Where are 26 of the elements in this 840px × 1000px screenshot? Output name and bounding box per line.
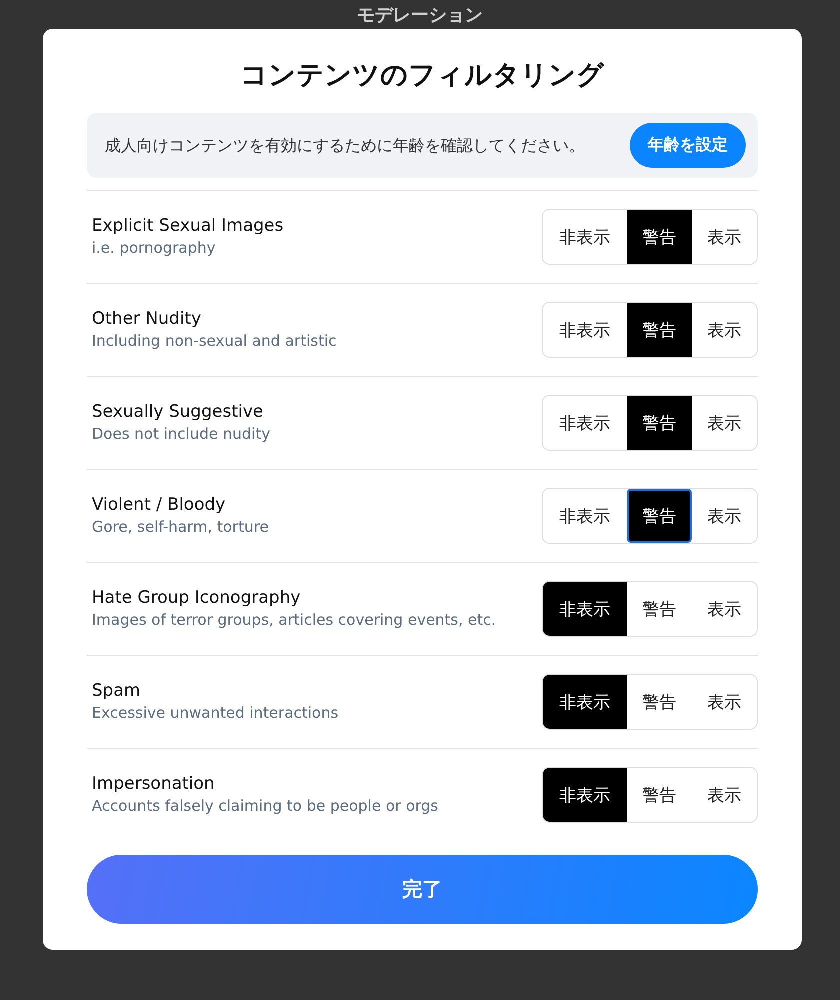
segment-option[interactable]: 警告 — [627, 210, 692, 264]
filter-description: Images of terror groups, articles covering events, etc. — [92, 610, 498, 630]
dialog-title: コンテンツのフィルタリング — [240, 59, 606, 93]
filter-label: Impersonation — [92, 774, 216, 794]
notice-text: 成人向けコンテンツを有効にするために年齢を確認してください。 — [105, 135, 586, 157]
page-title: モデレーション — [357, 4, 483, 26]
segment-option[interactable]: 非表示 — [543, 582, 627, 636]
segment-option[interactable]: 警告 — [627, 489, 692, 543]
filter-description: Does not include nudity — [92, 424, 272, 444]
segment-option[interactable]: 非表示 — [543, 675, 627, 729]
filter-label: Sexually Suggestive — [92, 402, 264, 422]
filter-description: Accounts falsely claiming to be people or orgs — [92, 796, 440, 816]
filter-label: Spam — [92, 680, 142, 700]
set-age-button[interactable]: 年齢を設定 — [630, 123, 746, 168]
filter-label: Explicit Sexual Images — [92, 216, 285, 236]
done-button[interactable]: 完了 — [87, 855, 758, 924]
filter-description: Excessive unwanted interactions — [92, 702, 340, 724]
filter-description: Gore, self-harm, torture — [92, 516, 270, 538]
segment-option[interactable]: 非表示 — [543, 768, 627, 822]
filter-label: Hate Group Iconography — [92, 588, 302, 608]
filter-description: Including non-sexual and artistic — [92, 330, 338, 352]
filter-description: i.e. pornography — [92, 238, 217, 258]
segment-option[interactable]: 警告 — [627, 303, 692, 357]
segment-option[interactable]: 警告 — [627, 396, 692, 450]
filter-label: Violent / Bloody — [92, 494, 227, 514]
filter-label: Other Nudity — [92, 308, 202, 328]
